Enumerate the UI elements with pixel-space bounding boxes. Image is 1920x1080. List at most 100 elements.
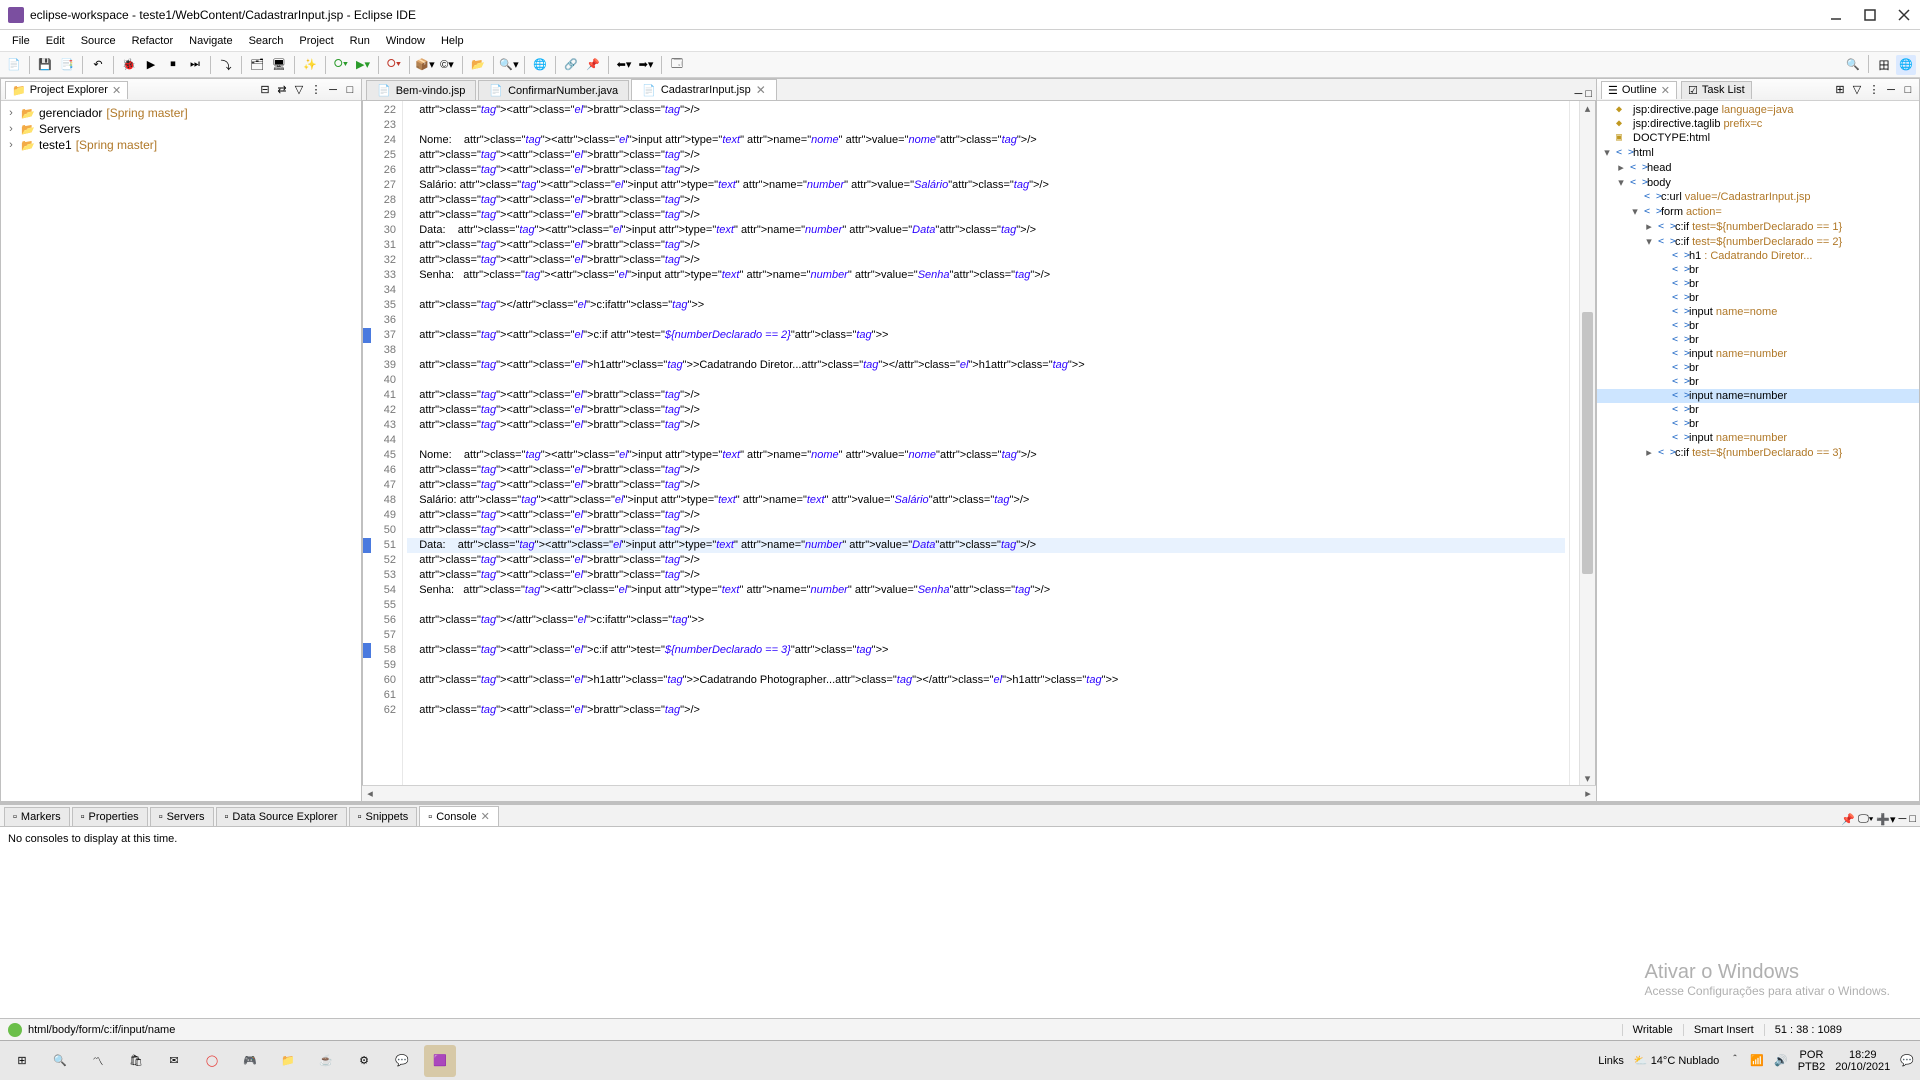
weather-widget[interactable]: ⛅ 14°C Nublado: [1634, 1054, 1719, 1067]
step-button[interactable]: ⏭: [185, 55, 205, 75]
quick-search-icon[interactable]: 🔍: [1843, 55, 1863, 75]
pin-icon[interactable]: 📌: [583, 55, 603, 75]
debug-button[interactable]: 🐞: [119, 55, 139, 75]
web-browser-icon[interactable]: 🌐: [530, 55, 550, 75]
mail-icon[interactable]: ✉: [158, 1045, 190, 1077]
link-editor-icon[interactable]: ⇄: [275, 83, 289, 97]
outline-item[interactable]: < >br: [1597, 263, 1919, 277]
run-button[interactable]: ▶: [141, 55, 161, 75]
outline-filter-icon[interactable]: ▽: [1850, 83, 1864, 97]
scroll-right-icon[interactable]: ▸: [1580, 786, 1596, 801]
outline-item[interactable]: ▾< >form action=: [1597, 204, 1919, 219]
minimize-view-icon[interactable]: ─: [1899, 813, 1907, 826]
editor-minimize-icon[interactable]: ─: [1575, 88, 1583, 100]
java-icon[interactable]: ☕: [310, 1045, 342, 1077]
bottom-tab-data-source-explorer[interactable]: ▫Data Source Explorer: [216, 807, 347, 826]
minimize-view-icon[interactable]: ─: [326, 83, 340, 97]
menu-run[interactable]: Run: [342, 33, 378, 49]
horizontal-scrollbar[interactable]: ◂ ▸: [362, 785, 1596, 801]
outline-item[interactable]: < >br: [1597, 333, 1919, 347]
new-button[interactable]: 📄: [4, 55, 24, 75]
stop-button[interactable]: ⏹: [163, 55, 183, 75]
menu-navigate[interactable]: Navigate: [181, 33, 240, 49]
notifications-icon[interactable]: 💬: [1900, 1054, 1914, 1067]
server-icon[interactable]: 🖥: [269, 55, 289, 75]
outline-item[interactable]: ▾< >html: [1597, 145, 1919, 160]
outline-item[interactable]: < >br: [1597, 417, 1919, 431]
links-label[interactable]: Links: [1598, 1055, 1624, 1067]
close-button[interactable]: [1896, 7, 1912, 23]
new-wizard-icon[interactable]: ✨: [300, 55, 320, 75]
run-debug-dropdown[interactable]: ⭘▾: [331, 55, 351, 75]
opera-icon[interactable]: ◯: [196, 1045, 228, 1077]
close-icon[interactable]: ✕: [1661, 84, 1670, 97]
java-ee-perspective-icon[interactable]: 🌐: [1896, 55, 1916, 75]
editor-tab[interactable]: 📄Bem-vindo.jsp: [366, 80, 476, 100]
outline-item[interactable]: < >h1 : Cadatrando Diretor...: [1597, 249, 1919, 263]
view-menu-icon[interactable]: ⋮: [309, 83, 323, 97]
outline-item[interactable]: < >input name=number: [1597, 347, 1919, 361]
outline-item[interactable]: < >br: [1597, 375, 1919, 389]
tasklist-tab[interactable]: ☑ Task List: [1681, 81, 1752, 99]
scroll-up-icon[interactable]: ▴: [1580, 101, 1595, 115]
menu-edit[interactable]: Edit: [38, 33, 73, 49]
outline-item[interactable]: ▾< >c:if test=${numberDeclarado == 2}: [1597, 234, 1919, 249]
project-item[interactable]: ›📂gerenciador [Spring master]: [1, 105, 361, 121]
outline-tab[interactable]: ☰ Outline ✕: [1601, 81, 1677, 99]
search-taskbar-icon[interactable]: 🔍: [44, 1045, 76, 1077]
scroll-left-icon[interactable]: ◂: [362, 786, 378, 801]
maximize-view-icon[interactable]: □: [343, 83, 357, 97]
save-all-button[interactable]: 📑: [57, 55, 77, 75]
outline-item[interactable]: ▸< >c:if test=${numberDeclarado == 3}: [1597, 445, 1919, 460]
outline-sort-icon[interactable]: ⊞: [1833, 83, 1847, 97]
menu-window[interactable]: Window: [378, 33, 433, 49]
vertical-scrollbar[interactable]: ▴ ▾: [1579, 101, 1595, 785]
open-type-icon[interactable]: 📂: [468, 55, 488, 75]
bottom-tab-properties[interactable]: ▫Properties: [72, 807, 148, 826]
editor-maximize-icon[interactable]: □: [1585, 88, 1592, 100]
search-dropdown[interactable]: 🔍▾: [499, 55, 519, 75]
outline-item[interactable]: ▣DOCTYPE:html: [1597, 131, 1919, 145]
back-nav-icon[interactable]: ↶: [88, 55, 108, 75]
code-area[interactable]: attr">class="tag"><attr">class="el">brat…: [403, 101, 1569, 785]
run-dropdown[interactable]: ▶▾: [353, 55, 373, 75]
close-icon[interactable]: ✕: [756, 83, 766, 97]
outline-item[interactable]: < >br: [1597, 277, 1919, 291]
outline-item[interactable]: < >br: [1597, 291, 1919, 305]
console-new-icon[interactable]: ➕▾: [1876, 813, 1895, 826]
external-tools-dropdown[interactable]: ⭘▾: [384, 55, 404, 75]
console-display-icon[interactable]: 🖵▾: [1858, 813, 1873, 826]
open-perspective-icon[interactable]: 田: [1874, 55, 1894, 75]
eclipse-taskbar-icon[interactable]: 🟪: [424, 1045, 456, 1077]
project-explorer-tab[interactable]: 📁 Project Explorer ✕: [5, 81, 128, 99]
clock[interactable]: 18:29 20/10/2021: [1835, 1049, 1890, 1073]
project-item[interactable]: ›📂teste1 [Spring master]: [1, 137, 361, 153]
outline-item[interactable]: < >br: [1597, 361, 1919, 375]
settings-icon[interactable]: ⚙: [348, 1045, 380, 1077]
console-pin-icon[interactable]: 📌: [1841, 813, 1855, 826]
outline-item[interactable]: ◆jsp:directive.taglib prefix=c: [1597, 117, 1919, 131]
editor-body[interactable]: 2223242526272829303132333435363738394041…: [362, 101, 1596, 785]
minimize-button[interactable]: [1828, 7, 1844, 23]
language-indicator[interactable]: POR PTB2: [1798, 1049, 1826, 1073]
wifi-icon[interactable]: 📶: [1750, 1054, 1764, 1067]
volume-icon[interactable]: 🔊: [1774, 1054, 1788, 1067]
back-button[interactable]: ⬅▾: [614, 55, 634, 75]
project-item[interactable]: ›📂Servers: [1, 121, 361, 137]
minimize-view-icon[interactable]: ─: [1884, 83, 1898, 97]
outline-menu-icon[interactable]: ⋮: [1867, 83, 1881, 97]
outline-item[interactable]: ▾< >body: [1597, 175, 1919, 190]
editor-tab[interactable]: 📄CadastrarInput.jsp✕: [631, 79, 777, 100]
menu-search[interactable]: Search: [241, 33, 292, 49]
steam-icon[interactable]: 〽: [82, 1045, 114, 1077]
filter-icon[interactable]: ▽: [292, 83, 306, 97]
menu-source[interactable]: Source: [73, 33, 124, 49]
skip-breakpoints-icon[interactable]: ⤵: [216, 55, 236, 75]
collapse-all-icon[interactable]: ⊟: [258, 83, 272, 97]
whatsapp-icon[interactable]: 💬: [386, 1045, 418, 1077]
outline-item[interactable]: < >c:url value=/CadastrarInput.jsp: [1597, 190, 1919, 204]
discord-icon[interactable]: 🎮: [234, 1045, 266, 1077]
bottom-tab-console[interactable]: ▫Console ✕: [419, 806, 498, 826]
tray-chevron-icon[interactable]: ＾: [1729, 1053, 1740, 1069]
store-icon[interactable]: 🛍: [120, 1045, 152, 1077]
